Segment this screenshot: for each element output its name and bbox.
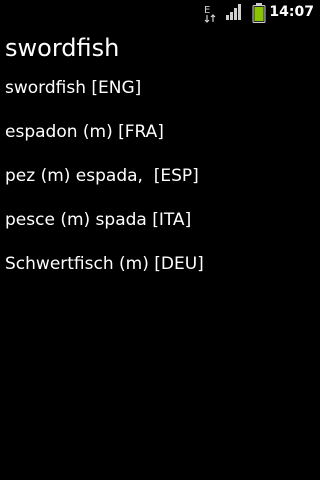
edge-data-letter: E	[204, 5, 210, 16]
page-title: swordfish	[5, 34, 120, 62]
edge-data-icon: E	[204, 5, 216, 23]
status-bar: E 14:07	[0, 0, 320, 25]
signal-strength-icon	[226, 4, 241, 20]
translation-item-eng[interactable]: swordfish [ENG]	[0, 76, 320, 120]
translation-item-deu[interactable]: Schwertfisch (m) [DEU]	[0, 252, 320, 296]
translation-item-ita[interactable]: pesce (m) spada [ITA]	[0, 208, 320, 252]
status-time: 14:07	[269, 4, 314, 20]
translation-list: swordfish [ENG] espadon (m) [FRA] pez (m…	[0, 76, 320, 296]
battery-icon	[252, 3, 266, 23]
translation-item-esp[interactable]: pez (m) espada, [ESP]	[0, 164, 320, 208]
translation-item-fra[interactable]: espadon (m) [FRA]	[0, 120, 320, 164]
